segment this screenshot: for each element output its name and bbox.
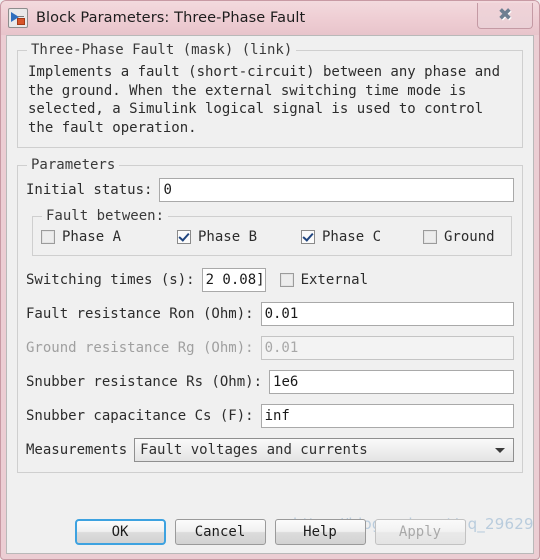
cancel-button[interactable]: Cancel	[174, 519, 266, 545]
ground-resistance-input	[260, 336, 514, 360]
checkbox-phase-b-label: Phase B	[198, 229, 258, 245]
measurements-select[interactable]: Fault voltages and currents	[134, 438, 514, 462]
parameters-legend: Parameters	[27, 157, 120, 173]
measurements-label: Measurements	[26, 442, 128, 458]
block-description-text: Implements a fault (short-circuit) betwe…	[28, 64, 501, 136]
measurements-row: Measurements Fault voltages and currents	[26, 438, 514, 462]
fault-between-legend: Fault between:	[42, 208, 169, 224]
snubber-resistance-row: Snubber resistance Rs (Ohm):	[26, 370, 514, 394]
block-parameters-dialog: Block Parameters: Three-Phase Fault ✖ Th…	[0, 0, 540, 560]
apply-button: Apply	[374, 519, 466, 545]
snubber-capacitance-label: Snubber capacitance Cs (F):	[26, 408, 254, 424]
checkbox-phase-a-label: Phase A	[62, 229, 122, 245]
initial-status-input[interactable]	[159, 178, 514, 202]
checkbox-phase-a-box[interactable]	[41, 230, 55, 244]
dialog-button-bar: OK Cancel Help Apply	[7, 519, 533, 545]
fault-between-group: Fault between: Phase A Phase B Phase C G…	[32, 208, 512, 256]
checkbox-external-box[interactable]	[279, 273, 294, 287]
parameters-group: Parameters Initial status: Fault between…	[17, 157, 523, 473]
checkbox-phase-c[interactable]: Phase C	[301, 229, 423, 245]
help-button[interactable]: Help	[274, 519, 366, 545]
checkbox-external[interactable]: External	[279, 272, 369, 288]
checkbox-ground-label: Ground	[444, 229, 495, 245]
fault-between-checkbox-row: Phase A Phase B Phase C Ground	[41, 229, 503, 245]
close-icon: ✖	[497, 5, 513, 25]
block-description-legend: Three-Phase Fault (mask) (link)	[27, 42, 297, 58]
checkbox-external-label: External	[300, 272, 369, 288]
ground-resistance-row: Ground resistance Rg (Ohm):	[26, 336, 514, 360]
initial-status-label: Initial status:	[26, 182, 153, 198]
checkbox-phase-b[interactable]: Phase B	[177, 229, 301, 245]
checkbox-ground[interactable]: Ground	[423, 229, 495, 245]
snubber-capacitance-input[interactable]	[260, 404, 514, 428]
snubber-resistance-input[interactable]	[269, 370, 514, 394]
fault-resistance-label: Fault resistance Ron (Ohm):	[26, 306, 254, 322]
checkbox-phase-c-label: Phase C	[322, 229, 382, 245]
simulink-block-icon	[8, 8, 28, 28]
block-description-group: Three-Phase Fault (mask) (link) Implemen…	[17, 42, 523, 148]
close-button[interactable]: ✖	[477, 3, 533, 29]
fault-resistance-input[interactable]	[260, 302, 514, 326]
measurements-selected-value: Fault voltages and currents	[140, 442, 368, 458]
checkbox-phase-b-box[interactable]	[177, 230, 191, 244]
snubber-capacitance-row: Snubber capacitance Cs (F):	[26, 404, 514, 428]
switching-times-input[interactable]	[201, 268, 266, 292]
checkbox-phase-a[interactable]: Phase A	[41, 229, 177, 245]
switching-times-row: Switching times (s): External	[26, 268, 514, 292]
ok-button[interactable]: OK	[74, 519, 166, 545]
checkbox-phase-c-box[interactable]	[301, 230, 315, 244]
initial-status-row: Initial status:	[26, 178, 514, 202]
checkbox-ground-box[interactable]	[423, 230, 437, 244]
dialog-client-area: Three-Phase Fault (mask) (link) Implemen…	[6, 35, 534, 554]
switching-times-label: Switching times (s):	[26, 272, 195, 288]
title-bar: Block Parameters: Three-Phase Fault ✖	[1, 1, 539, 35]
fault-resistance-row: Fault resistance Ron (Ohm):	[26, 302, 514, 326]
chevron-down-icon	[495, 448, 505, 453]
snubber-resistance-label: Snubber resistance Rs (Ohm):	[26, 374, 263, 390]
window-title: Block Parameters: Three-Phase Fault	[36, 10, 306, 26]
ground-resistance-label: Ground resistance Rg (Ohm):	[26, 340, 254, 356]
